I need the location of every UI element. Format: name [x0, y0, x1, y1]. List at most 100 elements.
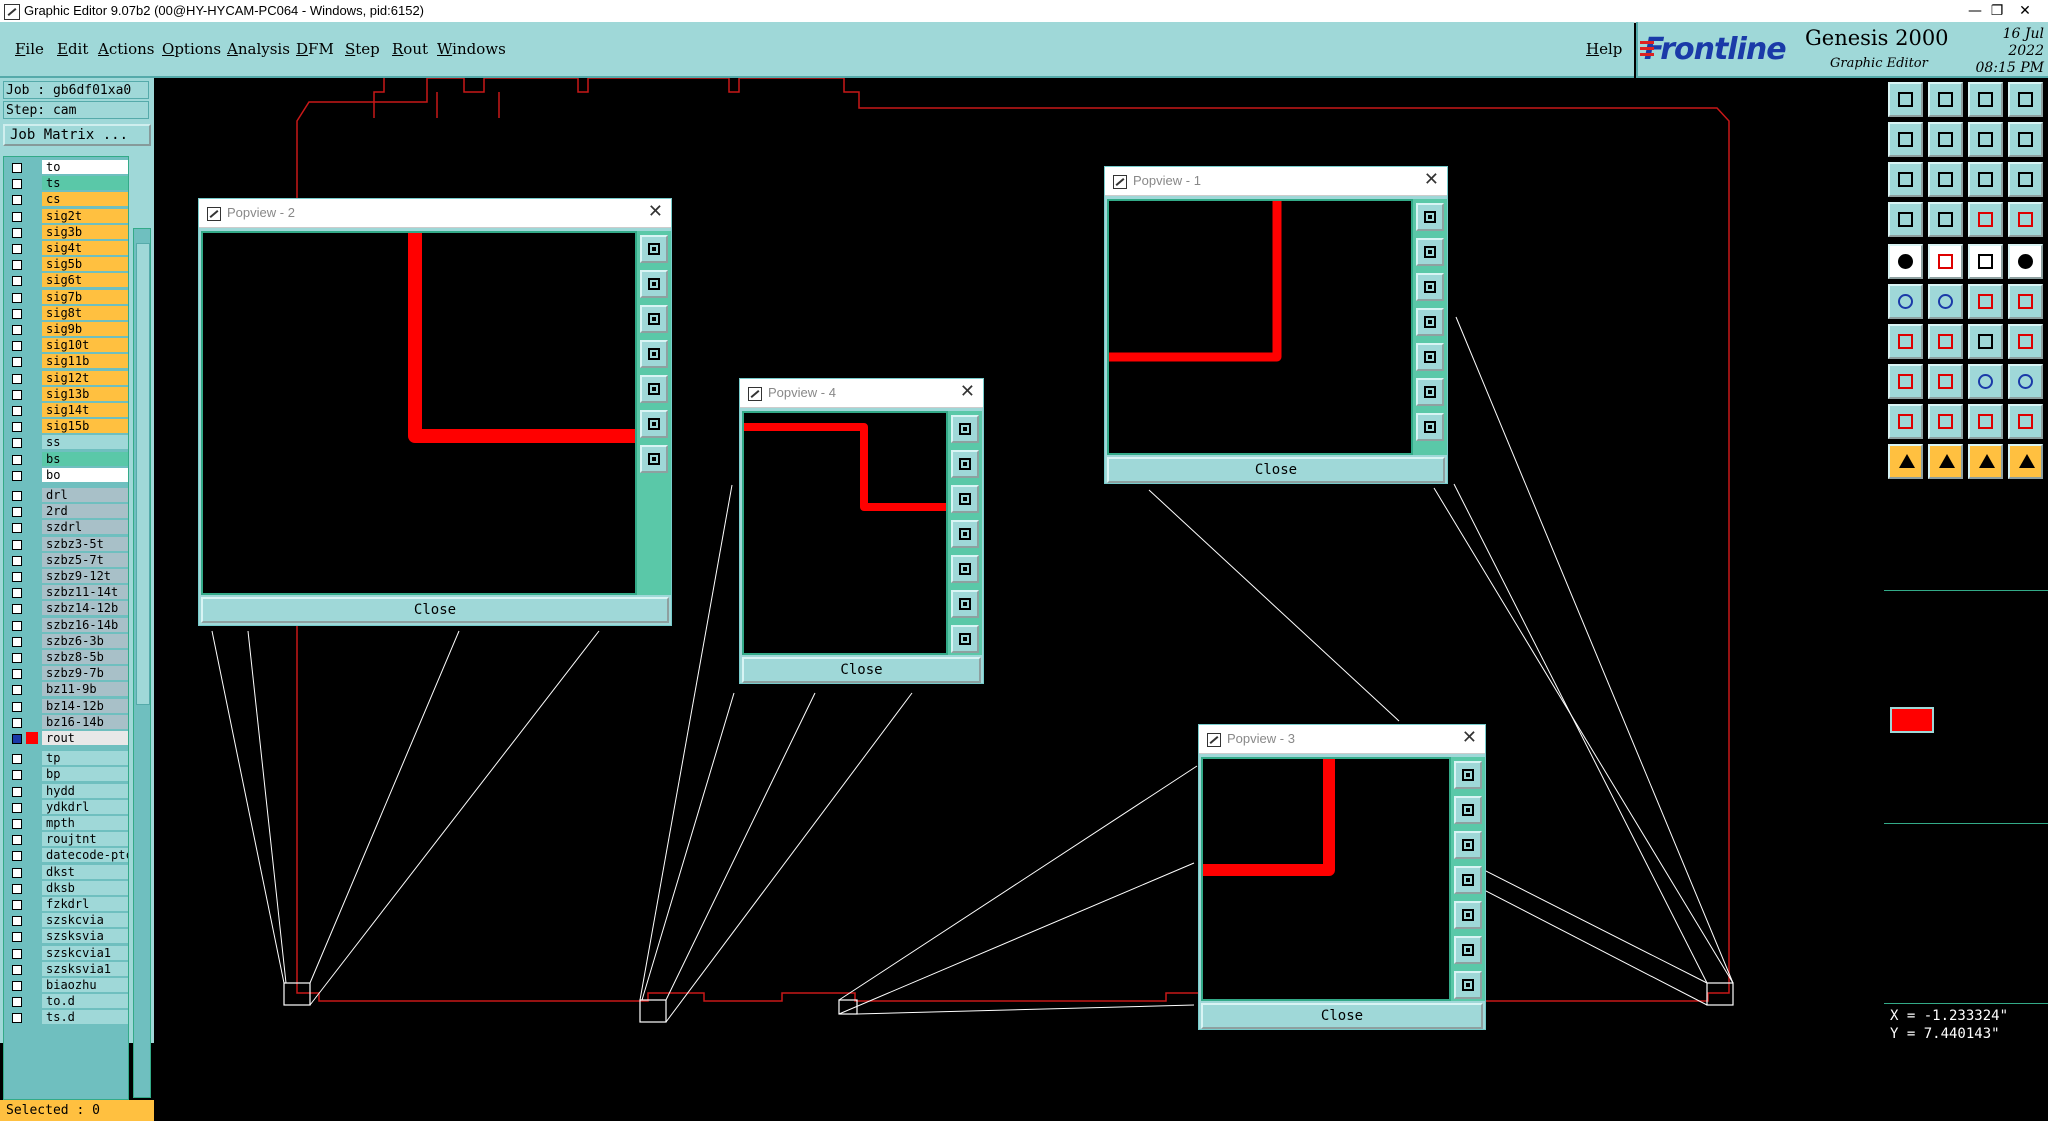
layer-row-szbz14-12b[interactable]: szbz14-12b [6, 601, 128, 616]
layer-row-ts[interactable]: ts [6, 176, 128, 191]
menu-dfm[interactable]: DFM [296, 40, 334, 58]
zoom-in-icon[interactable] [951, 590, 979, 618]
pointer-route-icon[interactable] [2008, 444, 2043, 479]
layer-checkbox[interactable] [12, 406, 22, 416]
add-pad-icon[interactable] [2008, 244, 2043, 279]
pan-down-icon[interactable] [640, 305, 668, 333]
layer-checkbox[interactable] [12, 244, 22, 254]
pan-left-icon[interactable] [1416, 308, 1444, 336]
popview-4-view[interactable] [742, 411, 948, 655]
pan-down-tool-icon[interactable] [1928, 82, 1963, 117]
layer-checkbox[interactable] [12, 292, 22, 303]
zoom-in-icon[interactable] [1416, 378, 1444, 406]
layer-name[interactable]: rout [42, 731, 128, 745]
layer-checkbox[interactable] [12, 227, 22, 238]
layer-name[interactable]: sig5b [42, 257, 128, 272]
layer-row-sig5b[interactable]: sig5b [6, 257, 128, 272]
layer-name[interactable]: szbz11-14t [42, 585, 128, 600]
pointer-select-icon[interactable] [1928, 444, 1963, 479]
layer-checkbox[interactable] [12, 851, 22, 862]
layer-checkbox[interactable] [12, 454, 22, 465]
layer-checkbox[interactable] [12, 932, 22, 943]
popview-1-x-button[interactable]: ✕ [1424, 169, 1439, 190]
layer-name[interactable]: fzkdrl [42, 897, 128, 911]
layer-name[interactable]: sig12t [42, 370, 128, 385]
layer-row-to[interactable]: to [6, 160, 128, 175]
layer-name[interactable]: cs [42, 192, 128, 207]
layer-checkbox[interactable] [12, 572, 22, 582]
pan-up-tool-icon[interactable] [1888, 82, 1923, 117]
pan-left-icon[interactable] [640, 340, 668, 368]
layer-name[interactable]: to.d [42, 994, 128, 1009]
bridge-icon[interactable] [1968, 404, 2003, 439]
layer-name[interactable]: szdrl [42, 520, 128, 535]
layer-checkbox[interactable] [12, 588, 22, 599]
layer-row-sig11b[interactable]: sig11b [6, 354, 128, 369]
layer-row-bp[interactable]: bp [6, 767, 128, 782]
layer-checkbox[interactable] [12, 916, 22, 927]
layer-name[interactable]: bz16-14b [42, 714, 128, 729]
menu-file[interactable]: File [15, 40, 44, 58]
layer-checkbox[interactable] [12, 653, 22, 663]
zoom-home-icon[interactable] [1416, 203, 1444, 231]
pan-down-icon[interactable] [1454, 831, 1482, 859]
layer-checkbox[interactable] [12, 308, 22, 319]
zoom-in-icon[interactable] [640, 410, 668, 438]
layer-row-bz14-12b[interactable]: bz14-12b [6, 698, 128, 714]
layer-row-szbz9-7b[interactable]: szbz9-7b [6, 666, 128, 681]
popview-3-window[interactable]: Popview - 3 ✕ Close [1198, 724, 1486, 1030]
layer-row-datecode-ptc[interactable]: datecode-ptc [6, 848, 128, 863]
layer-name[interactable]: szsksvia1 [42, 961, 128, 976]
flip-icon[interactable] [2008, 324, 2043, 359]
layer-checkbox[interactable] [12, 555, 22, 566]
layer-name[interactable]: dkst [42, 864, 128, 879]
layer-row-sig4t[interactable]: sig4t [6, 241, 128, 256]
layer-checkbox[interactable] [12, 835, 22, 846]
connect-icon[interactable] [1888, 284, 1923, 319]
layer-name[interactable]: szbz3-5t [42, 536, 128, 551]
layer-row-sig10t[interactable]: sig10t [6, 338, 128, 353]
layer-name[interactable]: szbz9-12t [42, 569, 128, 583]
layer-checkbox[interactable] [12, 997, 22, 1008]
layer-checkbox[interactable] [12, 786, 22, 797]
zoom-in-tool-icon[interactable] [1888, 162, 1923, 197]
layer-name[interactable]: hydd [42, 783, 128, 798]
layer-row-bz11-9b[interactable]: bz11-9b [6, 682, 128, 697]
layer-row-sig8t[interactable]: sig8t [6, 305, 128, 321]
redraw-icon[interactable] [2008, 122, 2043, 157]
layer-name[interactable]: sig15b [42, 419, 128, 434]
pan-down-icon[interactable] [951, 485, 979, 513]
pointer-icon[interactable] [1888, 444, 1923, 479]
layer-checkbox[interactable] [12, 604, 22, 615]
pan-right-icon[interactable] [951, 555, 979, 583]
layer-name[interactable]: sig4t [42, 241, 128, 255]
layer-checkbox[interactable] [12, 948, 22, 959]
popview-4-close-button[interactable]: Close [742, 657, 981, 683]
layer-checkbox[interactable] [12, 1013, 22, 1024]
menu-rout[interactable]: Rout [392, 40, 428, 58]
layer-row-dkst[interactable]: dkst [6, 864, 128, 880]
layer-list-scrollbar[interactable] [133, 228, 151, 1098]
layer-row-sig9b[interactable]: sig9b [6, 322, 128, 337]
menu-step[interactable]: Step [345, 40, 380, 58]
add-surface-icon[interactable] [1968, 244, 2003, 279]
layer-checkbox[interactable] [12, 389, 22, 400]
pan-up-icon[interactable] [1416, 238, 1444, 266]
popview-3-close-button[interactable]: Close [1201, 1003, 1483, 1029]
layer-checkbox[interactable] [12, 211, 22, 222]
popview-2-close-button[interactable]: Close [201, 597, 669, 623]
popview-2-x-button[interactable]: ✕ [648, 201, 663, 222]
pan-right-icon[interactable] [640, 375, 668, 403]
menu-windows[interactable]: Windows [437, 40, 506, 58]
pan-left-icon[interactable] [951, 520, 979, 548]
window-close-button[interactable]: ✕ [2002, 0, 2048, 22]
grid-icon[interactable] [1928, 202, 1963, 237]
layer-row-dksb[interactable]: dksb [6, 880, 128, 896]
popview-1-window[interactable]: Popview - 1 ✕ Close [1104, 166, 1448, 484]
move-icon[interactable] [1968, 284, 2003, 319]
overview-panel[interactable] [1884, 590, 2048, 824]
layer-checkbox[interactable] [12, 276, 22, 287]
layer-checkbox[interactable] [12, 754, 22, 765]
angle-icon[interactable] [1888, 324, 1923, 359]
layer-row-szsksvia[interactable]: szsksvia [6, 929, 128, 944]
